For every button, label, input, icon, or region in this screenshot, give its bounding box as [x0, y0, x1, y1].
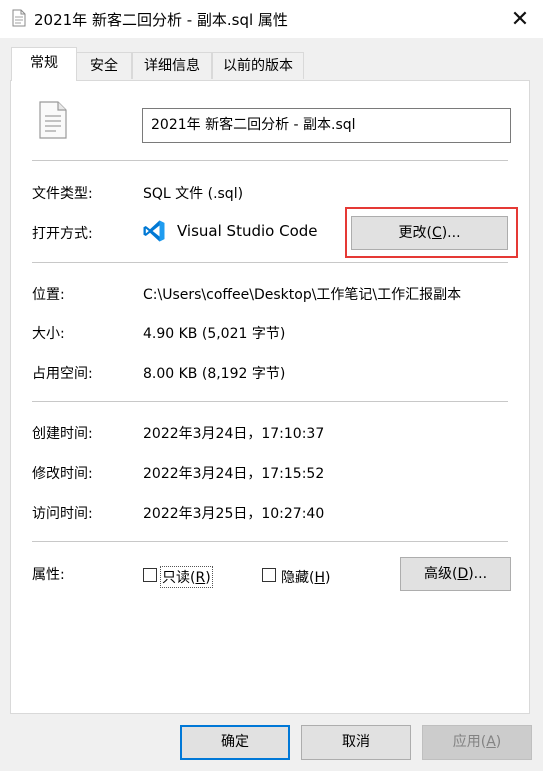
location-label: 位置: [32, 287, 65, 303]
tab-label: 以前的版本 [223, 58, 293, 74]
modified-value: 2022年3月24日，17:15:52 [143, 466, 325, 482]
open-with-label: 打开方式: [32, 226, 93, 242]
file-name-input[interactable]: 2021年 新客二回分析 - 副本.sql [142, 108, 511, 143]
readonly-checkbox[interactable] [143, 568, 157, 582]
size-on-disk-label: 占用空间: [32, 366, 93, 382]
location-value: C:\Users\coffee\Desktop\工作笔记\工作汇报副本 [143, 287, 462, 303]
tab-details[interactable]: 详细信息 [132, 52, 212, 79]
change-button[interactable]: 更改(C)... [351, 216, 508, 250]
hidden-checkbox[interactable] [262, 568, 276, 582]
close-icon: ✕ [510, 6, 530, 32]
divider [32, 262, 508, 263]
file-type-label: 文件类型: [32, 186, 93, 202]
divider [32, 541, 508, 542]
readonly-label[interactable]: 只读(R) [160, 566, 213, 588]
advanced-button[interactable]: 高级(D)... [400, 557, 511, 591]
size-on-disk-value: 8.00 KB (8,192 字节) [143, 366, 286, 382]
ok-button[interactable]: 确定 [180, 725, 290, 760]
tab-label: 常规 [30, 55, 58, 71]
apply-button[interactable]: 应用(A) [422, 725, 532, 760]
close-button[interactable]: ✕ [497, 0, 543, 38]
file-icon [12, 9, 26, 27]
accessed-value: 2022年3月25日，10:27:40 [143, 506, 325, 522]
tab-security[interactable]: 安全 [76, 52, 132, 79]
cancel-button[interactable]: 取消 [301, 725, 411, 760]
general-tab-panel [10, 80, 530, 714]
modified-label: 修改时间: [32, 466, 93, 482]
created-label: 创建时间: [32, 426, 93, 442]
tab-previous-versions[interactable]: 以前的版本 [212, 52, 304, 79]
divider [32, 401, 508, 402]
hidden-label[interactable]: 隐藏(H) [281, 567, 330, 587]
attributes-label: 属性: [32, 567, 65, 583]
tab-label: 详细信息 [144, 58, 200, 74]
divider [32, 160, 508, 161]
window-title: 2021年 新客二回分析 - 副本.sql 属性 [34, 11, 288, 29]
vscode-icon [143, 220, 165, 242]
size-value: 4.90 KB (5,021 字节) [143, 326, 286, 342]
tab-general[interactable]: 常规 [11, 47, 77, 81]
file-type-value: SQL 文件 (.sql) [143, 186, 244, 202]
tab-label: 安全 [90, 58, 118, 74]
accessed-label: 访问时间: [32, 506, 93, 522]
title-bar: 2021年 新客二回分析 - 副本.sql 属性 ✕ [0, 0, 543, 38]
size-label: 大小: [32, 326, 65, 342]
document-icon [39, 101, 67, 139]
created-value: 2022年3月24日，17:10:37 [143, 426, 325, 442]
open-with-app-name: Visual Studio Code [177, 222, 318, 240]
